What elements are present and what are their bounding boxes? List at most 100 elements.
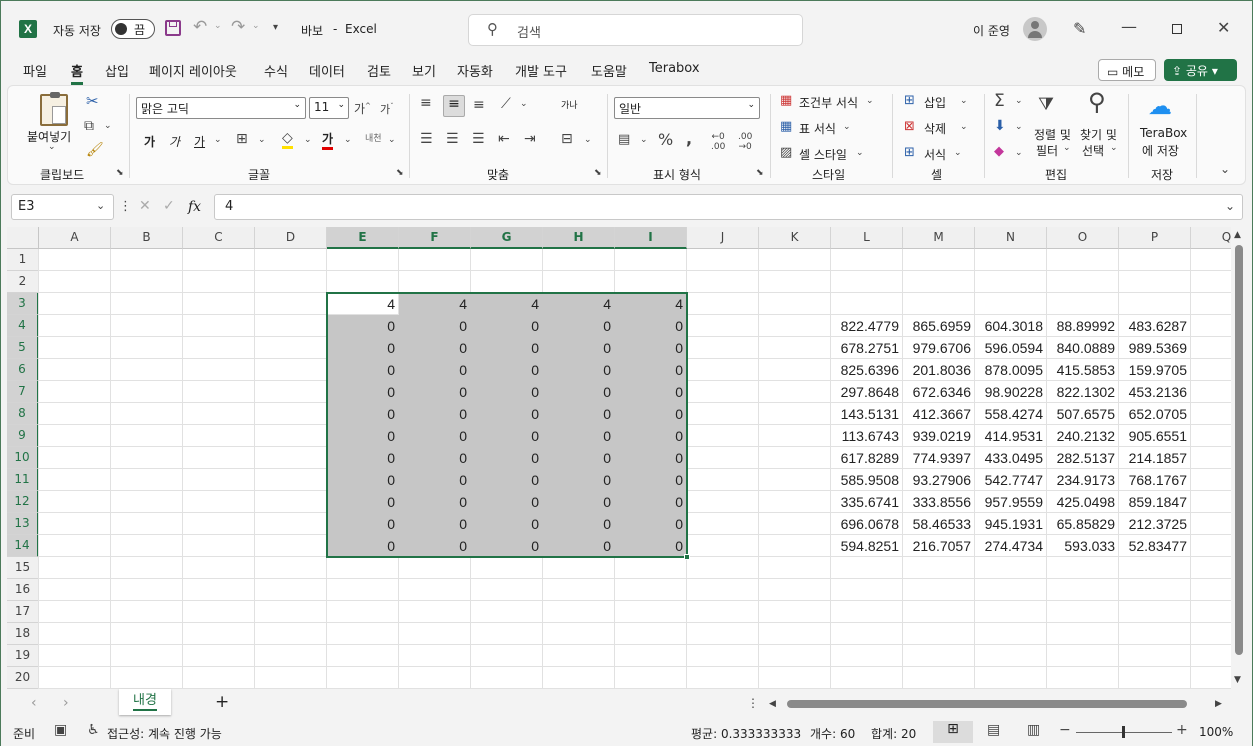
cell-n11[interactable]: 542.7747 (975, 469, 1047, 491)
avatar[interactable] (1023, 17, 1047, 41)
delete-dropdown-icon[interactable]: ⌄ (960, 122, 968, 132)
cancel-entry-icon[interactable]: ✕ (139, 198, 151, 214)
row-header-7[interactable]: 7 (7, 381, 39, 403)
column-header-k[interactable]: K (759, 227, 831, 249)
row-header-17[interactable]: 17 (7, 601, 39, 623)
accounting-format-icon[interactable]: ▤ (618, 132, 630, 147)
accessibility-status[interactable]: 접근성: 계속 진행 가능 (107, 725, 222, 742)
find-select-label-2[interactable]: 선택 (1082, 142, 1104, 159)
sort-filter-icon[interactable]: ⧩ (1038, 94, 1054, 115)
tab-file[interactable]: 파일 (23, 61, 47, 80)
column-header-f[interactable]: F (399, 227, 471, 249)
vertical-scrollbar[interactable]: ▲ ▼ (1231, 227, 1248, 689)
bold-button[interactable]: 가 (144, 133, 155, 150)
format-painter-icon[interactable]: 🖌 (86, 142, 104, 158)
tab-split-handle-icon[interactable]: ⋮ (747, 696, 759, 710)
find-select-dropdown-icon[interactable]: ⌄ (1110, 143, 1118, 153)
zoom-level[interactable]: 100% (1199, 725, 1233, 739)
align-top-icon[interactable]: ≡ (420, 95, 432, 111)
save-icon[interactable] (165, 20, 181, 36)
undo-dropdown-icon[interactable]: ⌄ (214, 21, 222, 31)
cell-n10[interactable]: 433.0495 (975, 447, 1047, 469)
memo-button[interactable]: ▭ 메모 (1098, 59, 1156, 81)
cell-m8[interactable]: 412.3667 (903, 403, 975, 425)
cell-p7[interactable]: 453.2136 (1119, 381, 1191, 403)
formula-input[interactable]: 4 ⌄ (214, 194, 1243, 220)
cell-o11[interactable]: 234.9173 (1047, 469, 1119, 491)
row-header-14[interactable]: 14 (7, 535, 39, 557)
cell-l10[interactable]: 617.8289 (831, 447, 903, 469)
name-box-dropdown-icon[interactable]: ⌄ (96, 199, 105, 212)
align-left-icon[interactable]: ☰ (420, 131, 433, 147)
merge-center-icon[interactable]: ⊟ (561, 131, 573, 147)
tab-terabox[interactable]: Terabox (649, 61, 700, 76)
redo-dropdown-icon[interactable]: ⌄ (252, 21, 260, 31)
alignment-launcher-icon[interactable]: ⬊ (594, 168, 602, 178)
clear-dropdown-icon[interactable]: ⌄ (1015, 148, 1023, 158)
borders-dropdown-icon[interactable]: ⌄ (258, 135, 266, 145)
delete-cells-button[interactable]: 삭제 (924, 120, 946, 137)
row-header-9[interactable]: 9 (7, 425, 39, 447)
search-box[interactable]: ⚲ 검색 (468, 14, 803, 46)
align-center-icon[interactable]: ☰ (446, 131, 459, 147)
row-header-2[interactable]: 2 (7, 271, 39, 293)
scroll-down-icon[interactable]: ▼ (1234, 675, 1241, 685)
column-header-q[interactable]: Q (1191, 227, 1231, 249)
column-header-b[interactable]: B (111, 227, 183, 249)
next-sheet-icon[interactable]: › (63, 695, 69, 711)
autosave-toggle[interactable]: 끔 (111, 19, 155, 39)
phonetic-dropdown-icon[interactable]: ⌄ (388, 135, 396, 145)
underline-dropdown-icon[interactable]: ⌄ (214, 135, 222, 145)
cell-m14[interactable]: 216.7057 (903, 535, 975, 557)
wrap-text-icon[interactable]: 가나 (561, 98, 578, 111)
table-dropdown-icon[interactable]: ⌄ (843, 122, 851, 132)
zoom-slider[interactable] (1076, 726, 1172, 738)
font-size-select[interactable]: 11 ⌄ (309, 97, 349, 119)
paste-dropdown-icon[interactable]: ⌄ (48, 142, 56, 152)
conditional-format-icon[interactable]: ▦ (780, 93, 792, 108)
cell-n6[interactable]: 878.0095 (975, 359, 1047, 381)
cell-o10[interactable]: 282.5137 (1047, 447, 1119, 469)
format-cells-button[interactable]: 서식 (924, 146, 946, 163)
accounting-dropdown-icon[interactable]: ⌄ (640, 135, 648, 145)
number-launcher-icon[interactable]: ⬊ (756, 168, 764, 178)
cell-p9[interactable]: 905.6551 (1119, 425, 1191, 447)
cell-n8[interactable]: 558.4274 (975, 403, 1047, 425)
column-header-h[interactable]: H (543, 227, 615, 249)
zoom-out-icon[interactable]: − (1059, 722, 1071, 738)
terabox-save-label-2[interactable]: 에 저장 (1142, 142, 1179, 159)
row-header-10[interactable]: 10 (7, 447, 39, 469)
cell-styles-button[interactable]: 셀 스타일 (799, 146, 847, 163)
phonetic-button[interactable]: 내천 (365, 131, 382, 144)
column-header-c[interactable]: C (183, 227, 255, 249)
copy-icon[interactable]: ⧉ (84, 118, 94, 134)
maximize-icon[interactable] (1172, 24, 1182, 34)
accessibility-icon[interactable]: ♿ (87, 722, 100, 738)
increase-decimal-icon[interactable]: ←0.00 (711, 132, 725, 152)
tab-home[interactable]: 홈 (71, 61, 83, 85)
minimize-icon[interactable]: — (1121, 17, 1137, 36)
tab-view[interactable]: 보기 (412, 61, 436, 80)
terabox-save-label-1[interactable]: TeraBox (1140, 126, 1187, 140)
cell-o14[interactable]: 593.033 (1047, 535, 1119, 557)
cell-l4[interactable]: 822.4779 (831, 315, 903, 337)
paste-icon[interactable] (40, 92, 68, 126)
sort-filter-dropdown-icon[interactable]: ⌄ (1063, 143, 1071, 153)
scroll-up-icon[interactable]: ▲ (1234, 230, 1241, 240)
increase-font-icon[interactable]: 가^ (354, 100, 371, 117)
row-header-13[interactable]: 13 (7, 513, 39, 535)
more-options-icon[interactable]: ⋮ (119, 199, 132, 214)
font-color-dropdown-icon[interactable]: ⌄ (344, 135, 352, 145)
cell-l13[interactable]: 696.0678 (831, 513, 903, 535)
cell-o8[interactable]: 507.6575 (1047, 403, 1119, 425)
column-header-a[interactable]: A (39, 227, 111, 249)
row-header-20[interactable]: 20 (7, 667, 39, 689)
cell-p4[interactable]: 483.6287 (1119, 315, 1191, 337)
cell-o9[interactable]: 240.2132 (1047, 425, 1119, 447)
sum-status[interactable]: 합계: 20 (871, 725, 916, 742)
hscroll-left-icon[interactable]: ◀ (769, 699, 776, 709)
expand-formula-icon[interactable]: ⌄ (1225, 199, 1235, 213)
decrease-font-icon[interactable]: 가ˇ (380, 101, 394, 117)
horizontal-scroll-thumb[interactable] (787, 700, 1187, 708)
cell-p14[interactable]: 52.83477 (1119, 535, 1191, 557)
